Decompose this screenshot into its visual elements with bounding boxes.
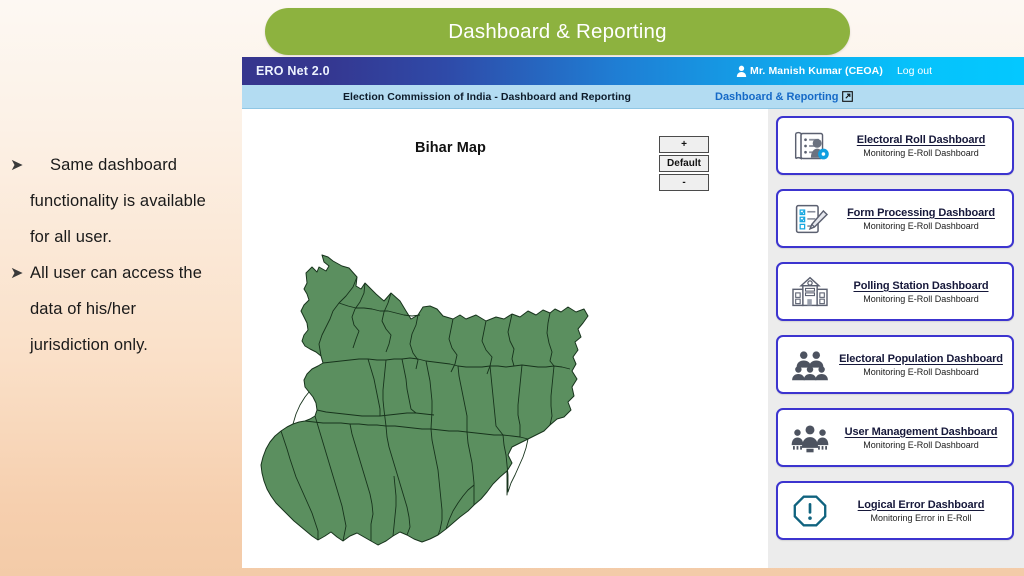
card-text-block: Form Processing Dashboard Monitoring E-R…: [834, 207, 1012, 231]
bullet-marker-icon: ➤: [10, 265, 24, 282]
bihar-map[interactable]: [260, 249, 610, 559]
map-title: Bihar Map: [415, 140, 486, 156]
bullet-continuation: data of his/her: [10, 292, 234, 327]
card-text-block: Polling Station Dashboard Monitoring E-R…: [834, 280, 1012, 304]
notes-panel: ➤ Same dashboard functionality is availa…: [0, 0, 242, 576]
logical-error-icon: [786, 491, 834, 531]
map-zoom-controls[interactable]: + Default -: [659, 136, 709, 191]
card-subtitle: Monitoring E-Roll Dashboard: [863, 220, 979, 231]
app-subheader-bar: Election Commission of India - Dashboard…: [242, 85, 1024, 109]
bullet-line: All user can access the: [30, 264, 202, 282]
bullet-item: ➤ Same dashboard: [10, 148, 234, 183]
header-user-area: Mr. Manish Kumar (CEOA) Log out: [736, 65, 932, 77]
electoral-population-dashboard-card[interactable]: Electoral Population Dashboard Monitorin…: [776, 335, 1014, 394]
card-subtitle: Monitoring E-Roll Dashboard: [863, 439, 979, 450]
card-text-block: User Management Dashboard Monitoring E-R…: [834, 426, 1012, 450]
zoom-default-button[interactable]: Default: [659, 155, 709, 172]
card-text-block: Logical Error Dashboard Monitoring Error…: [834, 499, 1012, 523]
bullet-line: functionality is available: [30, 192, 206, 210]
card-title[interactable]: User Management Dashboard: [845, 426, 998, 438]
bihar-map-container[interactable]: [260, 249, 610, 559]
bullet-line: Same dashboard: [50, 156, 178, 174]
dashboard-reporting-link-group[interactable]: Dashboard & Reporting: [715, 91, 854, 103]
bullet-line: for all user.: [30, 228, 113, 246]
user-management-dashboard-card[interactable]: User Management Dashboard Monitoring E-R…: [776, 408, 1014, 467]
organisation-title: Election Commission of India - Dashboard…: [343, 90, 631, 103]
bullet-line: data of his/her: [30, 300, 137, 318]
logged-in-user-name: Mr. Manish Kumar (CEOA): [749, 65, 883, 77]
bullet-line: jurisdiction only.: [30, 336, 148, 354]
dashboard-links-panel: Electoral Roll Dashboard Monitoring E-Ro…: [768, 109, 1024, 568]
card-title[interactable]: Form Processing Dashboard: [847, 207, 995, 219]
app-header-bar: ERO Net 2.0 Mr. Manish Kumar (CEOA) Log …: [242, 57, 1024, 85]
app-content-area: Bihar Map + Default - Electoral Roll Das…: [242, 109, 1024, 568]
bullet-item: ➤ All user can access the: [10, 256, 234, 291]
map-pane: Bihar Map + Default -: [242, 109, 768, 568]
form-processing-icon: [786, 199, 834, 239]
card-subtitle: Monitoring E-Roll Dashboard: [863, 366, 979, 377]
zoom-out-button[interactable]: -: [659, 174, 709, 191]
card-title[interactable]: Polling Station Dashboard: [853, 280, 988, 292]
electoral-population-icon: [786, 345, 834, 385]
form-processing-dashboard-card[interactable]: Form Processing Dashboard Monitoring E-R…: [776, 189, 1014, 248]
polling-station-dashboard-card[interactable]: Polling Station Dashboard Monitoring E-R…: [776, 262, 1014, 321]
electoral-roll-icon: [786, 126, 834, 166]
bullet-continuation: jurisdiction only.: [10, 328, 234, 363]
electoral-roll-dashboard-card[interactable]: Electoral Roll Dashboard Monitoring E-Ro…: [776, 116, 1014, 175]
zoom-in-button[interactable]: +: [659, 136, 709, 153]
dashboard-reporting-link[interactable]: Dashboard & Reporting: [715, 91, 838, 103]
logout-link[interactable]: Log out: [897, 65, 932, 77]
card-text-block: Electoral Population Dashboard Monitorin…: [834, 353, 1012, 377]
logical-error-dashboard-card[interactable]: Logical Error Dashboard Monitoring Error…: [776, 481, 1014, 540]
bullet-marker-icon: ➤: [10, 157, 24, 174]
map-state-outline[interactable]: [260, 254, 589, 546]
card-title[interactable]: Logical Error Dashboard: [858, 499, 985, 511]
application-window: ERO Net 2.0 Mr. Manish Kumar (CEOA) Log …: [242, 57, 1024, 568]
bullet-continuation: for all user.: [10, 220, 234, 255]
card-text-block: Electoral Roll Dashboard Monitoring E-Ro…: [834, 134, 1012, 158]
app-brand-label: ERO Net 2.0: [256, 64, 330, 78]
user-icon: [736, 65, 747, 77]
external-link-icon[interactable]: [842, 91, 854, 102]
card-subtitle: Monitoring Error in E-Roll: [870, 512, 972, 523]
card-subtitle: Monitoring E-Roll Dashboard: [863, 147, 979, 158]
card-title[interactable]: Electoral Population Dashboard: [839, 353, 1003, 365]
card-title[interactable]: Electoral Roll Dashboard: [857, 134, 986, 146]
page-title: Dashboard & Reporting: [448, 19, 667, 43]
user-management-icon: [786, 418, 834, 458]
slide-title-banner: Dashboard & Reporting: [265, 8, 850, 55]
bullet-continuation: functionality is available: [10, 184, 234, 219]
card-subtitle: Monitoring E-Roll Dashboard: [863, 293, 979, 304]
polling-station-icon: [786, 272, 834, 312]
